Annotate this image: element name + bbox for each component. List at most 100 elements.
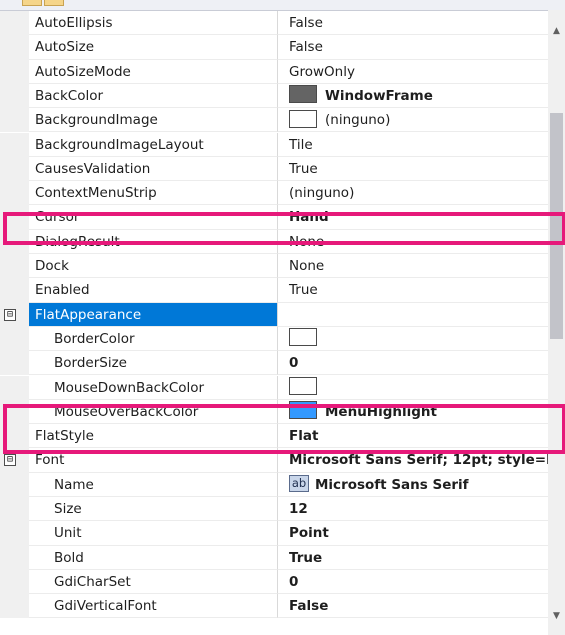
color-swatch-icon [289,328,317,347]
property-value[interactable]: (ninguno) [278,108,548,133]
property-value[interactable]: ab Microsoft Sans Serif [278,473,548,497]
property-name[interactable]: BackgroundImageLayout [29,132,278,157]
toolbar-button[interactable] [22,0,42,6]
row-gutter [0,497,29,522]
property-value[interactable]: None [278,230,548,254]
property-row-autosizemode[interactable]: AutoSizeMode GrowOnly [0,59,548,84]
property-value[interactable]: (ninguno) [278,181,548,206]
property-value[interactable]: 0 [278,570,548,595]
property-name[interactable]: FlatStyle [29,424,278,449]
property-row-cursor[interactable]: Cursor Hand [0,205,548,230]
property-value-text: False [289,598,329,615]
collapse-icon[interactable]: ⊟ [4,308,16,321]
property-value-text: 0 [289,355,299,372]
property-name[interactable]: AutoEllipsis [29,11,278,36]
property-value[interactable]: True [278,546,548,570]
font-preview-icon: ab [289,474,309,492]
property-row-dock[interactable]: Dock None [0,254,548,279]
property-row-name[interactable]: Name ab Microsoft Sans Serif [0,472,548,497]
toolbar-button[interactable] [44,0,64,6]
property-row-contextmenustrip[interactable]: ContextMenuStrip (ninguno) [0,181,548,206]
property-value[interactable] [278,327,548,352]
property-name[interactable]: FlatAppearance [29,302,278,327]
property-row-dialogresult[interactable]: DialogResult None [0,229,548,254]
property-value[interactable]: True [278,278,548,303]
property-value[interactable] [278,376,548,400]
property-name[interactable]: AutoSizeMode [29,59,278,84]
property-value[interactable]: MenuHighlight [278,400,548,425]
property-name[interactable]: BackgroundImage [29,108,278,133]
property-value-text: True [289,549,323,566]
property-row-autoellipsis[interactable]: AutoEllipsis False [0,11,548,36]
color-swatch-icon [289,109,317,128]
property-value[interactable]: None [278,254,548,279]
property-row-size[interactable]: Size 12 [0,497,548,522]
row-gutter [0,521,29,546]
property-name[interactable]: GdiVerticalFont [29,594,278,619]
property-name[interactable]: Bold [29,545,278,570]
property-value[interactable]: Hand [278,205,548,230]
property-name[interactable]: Dock [29,254,278,279]
collapse-icon[interactable]: ⊟ [4,454,16,467]
property-row-flatappearance[interactable]: ⊟ FlatAppearance [0,302,548,327]
vertical-scrollbar[interactable]: ▲ ▼ [548,10,565,635]
property-value[interactable]: Point [278,521,548,546]
property-row-unit[interactable]: Unit Point [0,521,548,546]
property-value[interactable]: False [278,594,548,619]
property-name[interactable]: Cursor [29,205,278,230]
property-name[interactable]: Size [29,497,278,522]
property-name[interactable]: MouseOverBackColor [29,399,278,425]
property-value-text: None [289,233,325,250]
property-row-bordercolor[interactable]: BorderColor [0,326,548,352]
property-name[interactable]: Name [29,472,278,497]
property-row-gdicharset[interactable]: GdiCharSet 0 [0,569,548,595]
property-name[interactable]: Unit [29,521,278,546]
scroll-up-arrow-icon[interactable]: ▲ [548,23,565,40]
property-name[interactable]: BorderSize [29,351,278,376]
property-name[interactable]: CausesValidation [29,156,278,182]
property-row-mouseoverbackcolor[interactable]: MouseOverBackColor MenuHighlight [0,399,548,425]
property-row-backcolor[interactable]: BackColor WindowFrame [0,83,548,109]
property-value-text: False [289,15,323,31]
color-swatch-icon [289,401,317,420]
property-row-bold[interactable]: Bold True [0,545,548,570]
property-row-gdiverticalfont[interactable]: GdiVerticalFont False [0,594,548,619]
row-gutter [0,375,29,400]
property-value[interactable]: 0 [278,351,548,376]
property-value[interactable]: WindowFrame [278,84,548,109]
property-value[interactable]: Flat [278,424,548,449]
scroll-down-arrow-icon[interactable]: ▼ [548,608,565,625]
property-name[interactable]: GdiCharSet [29,569,278,595]
property-value[interactable] [278,303,548,327]
property-value[interactable]: True [278,157,548,182]
property-value[interactable]: Tile [278,133,548,157]
scrollbar-thumb[interactable] [550,113,563,339]
property-name[interactable]: BorderColor [29,326,278,352]
property-value-text: False [289,39,323,56]
property-row-mousedownbackcolor[interactable]: MouseDownBackColor [0,375,548,400]
row-gutter [0,399,29,425]
property-row-enabled[interactable]: Enabled True [0,278,548,303]
property-value[interactable]: False [278,11,548,36]
property-name[interactable]: Font [29,448,278,473]
property-grid: AutoEllipsis False AutoSize False AutoSizeMo… [0,10,548,635]
property-value[interactable]: Microsoft Sans Serif; 12pt; style=Bold [278,448,548,473]
property-row-backgroundimagelayout[interactable]: BackgroundImageLayout Tile [0,132,548,157]
property-row-font[interactable]: ⊟ Font Microsoft Sans Serif; 12pt; style=B… [0,448,548,473]
property-value-text: Flat [289,428,319,445]
property-value[interactable]: GrowOnly [278,60,548,84]
property-row-backgroundimage[interactable]: BackgroundImage (ninguno) [0,108,548,133]
row-gutter [0,326,29,352]
property-name[interactable]: Enabled [29,278,278,303]
property-value[interactable]: False [278,35,548,60]
property-row-causesvalidation[interactable]: CausesValidation True [0,156,548,182]
property-name[interactable]: ContextMenuStrip [29,181,278,206]
property-row-flatstyle[interactable]: FlatStyle Flat [0,424,548,449]
property-name[interactable]: BackColor [29,83,278,109]
property-name[interactable]: MouseDownBackColor [29,375,278,400]
property-row-bordersize[interactable]: BorderSize 0 [0,351,548,376]
property-name[interactable]: DialogResult [29,229,278,254]
property-name[interactable]: AutoSize [29,35,278,60]
property-value[interactable]: 12 [278,497,548,522]
property-row-autosize[interactable]: AutoSize False [0,35,548,60]
